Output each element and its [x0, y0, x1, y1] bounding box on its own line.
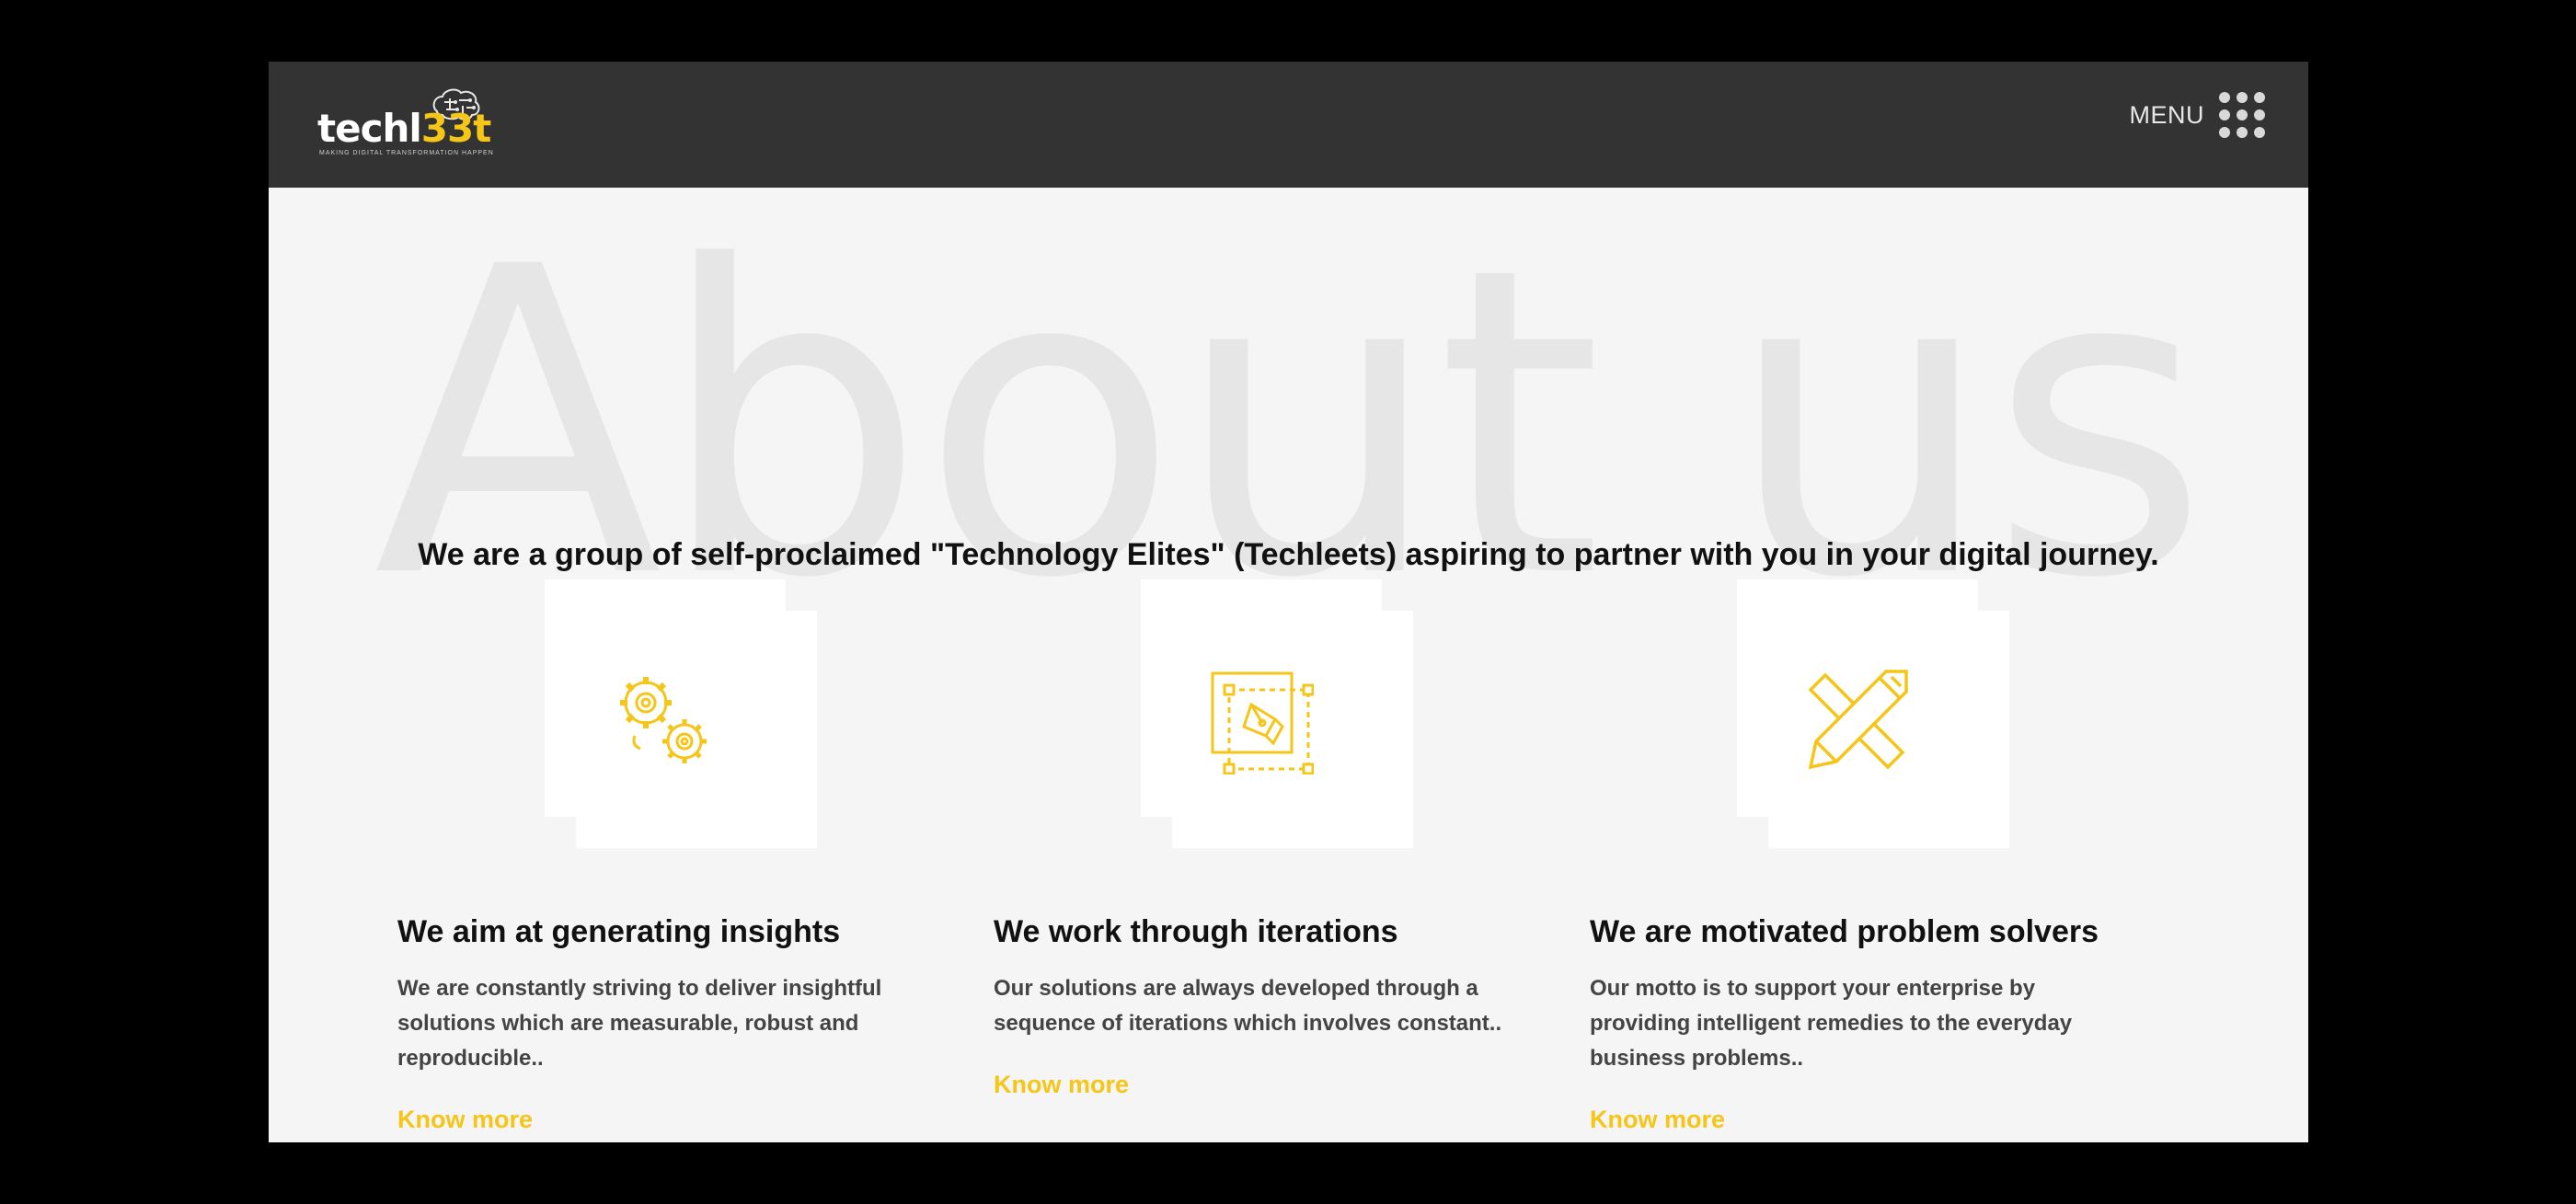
grid-dots-icon [2219, 92, 2265, 138]
know-more-link[interactable]: Know more [994, 1071, 1129, 1099]
feature-card-problem-solvers: We are motivated problem solvers Our mot… [1590, 579, 2188, 1142]
logo-tagline: MAKING DIGITAL TRANSFORMATION HAPPEN [319, 150, 494, 156]
logo-wordmark: techl33t [317, 106, 491, 151]
feature-description: We are constantly striving to deliver in… [397, 976, 882, 1071]
about-tagline: We are a group of self-proclaimed "Techn… [418, 537, 2159, 572]
design-pen-icon [1211, 671, 1314, 774]
site-logo[interactable]: techl33t MAKING DIGITAL TRANSFORMATION H… [317, 86, 494, 168]
about-us-background-title: About us [373, 178, 2209, 671]
feature-title: We aim at generating insights [397, 914, 841, 949]
feature-card-iterations: We work through iterations Our solutions… [994, 579, 1592, 1142]
feature-card-insights: We aim at generating insights We are con… [397, 579, 995, 1142]
feature-title: We are motivated problem solvers [1590, 914, 2099, 949]
menu-label: MENU [2129, 100, 2204, 129]
feature-description: Our motto is to support your enterprise … [1590, 976, 2073, 1071]
feature-title: We work through iterations [994, 914, 1398, 949]
page-frame: techl33t MAKING DIGITAL TRANSFORMATION H… [269, 62, 2308, 1142]
feature-icon-box [545, 579, 817, 848]
feature-icon-box [1141, 579, 1413, 848]
menu-button[interactable]: MENU [2129, 87, 2265, 143]
gears-icon [620, 677, 707, 763]
feature-description: Our solutions are always developed throu… [994, 976, 1502, 1036]
know-more-link[interactable]: Know more [397, 1106, 533, 1134]
feature-icon-box [1737, 579, 2009, 848]
site-header: techl33t MAKING DIGITAL TRANSFORMATION H… [269, 62, 2308, 188]
pencil-ruler-icon [1808, 670, 1908, 770]
know-more-link[interactable]: Know more [1590, 1106, 1725, 1134]
